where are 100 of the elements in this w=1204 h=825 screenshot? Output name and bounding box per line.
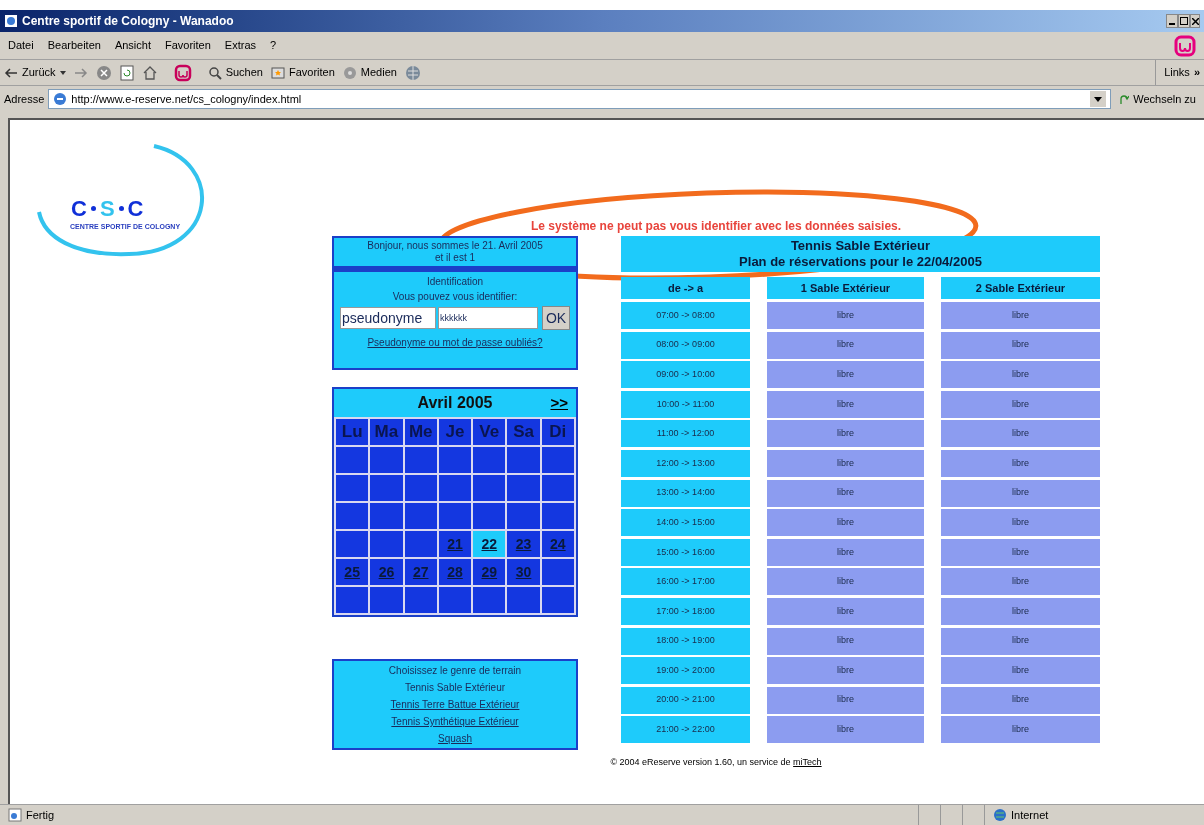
slot-cell[interactable]: libre [941, 390, 1100, 418]
minimize-button[interactable] [1166, 14, 1178, 28]
time-cell: 20:00 -> 21:00 [621, 686, 750, 714]
favorites-button[interactable]: Favoriten [270, 64, 335, 81]
slot-cell[interactable]: libre [767, 331, 924, 359]
slot-cell[interactable]: libre [767, 449, 924, 477]
home-icon[interactable] [141, 64, 158, 81]
slot-cell[interactable]: libre [941, 568, 1100, 596]
media-button[interactable]: Medien [342, 64, 397, 81]
slot-cell[interactable]: libre [941, 361, 1100, 389]
address-field[interactable]: http://www.e-reserve.net/cs_cologny/index.html [48, 89, 1112, 109]
minimize-icon [1169, 23, 1175, 25]
weekday-header: Me [404, 419, 437, 445]
mitech-link[interactable]: miTech [793, 757, 822, 767]
slot-cell[interactable]: libre [941, 627, 1100, 655]
slot-cell[interactable]: libre [767, 657, 924, 685]
slot-cell[interactable]: libre [941, 657, 1100, 685]
slot-cell[interactable]: libre [767, 479, 924, 507]
time-cell: 14:00 -> 15:00 [621, 509, 750, 537]
back-arrow-icon [4, 67, 18, 78]
logo-letter: S [99, 195, 115, 223]
terrain-link[interactable]: Tennis Synthétique Extérieur [391, 713, 519, 730]
time-cell: 11:00 -> 12:00 [621, 420, 750, 448]
next-month-link[interactable]: >> [550, 391, 568, 415]
column-header: de -> a [621, 277, 750, 299]
slot-cell[interactable]: libre [767, 597, 924, 625]
slot-cell[interactable]: libre [941, 509, 1100, 537]
logo-letter: C [127, 195, 144, 223]
slot-cell[interactable]: libre [767, 538, 924, 566]
forgot-password-link[interactable]: Pseudonyme ou mot de passe oubliés? [367, 335, 543, 350]
slot-cell[interactable]: libre [767, 568, 924, 596]
time-cell: 18:00 -> 19:00 [621, 627, 750, 655]
time-cell: 19:00 -> 20:00 [621, 657, 750, 685]
slot-cell[interactable]: libre [767, 627, 924, 655]
refresh-icon[interactable] [119, 64, 134, 81]
password-field[interactable]: kkkkkk [438, 307, 538, 329]
slot-cell[interactable]: libre [941, 302, 1100, 329]
stop-icon[interactable] [95, 64, 112, 81]
menu-item[interactable]: Ansicht [114, 37, 151, 54]
slot-cell[interactable]: libre [767, 302, 924, 329]
schedule-title: Tennis Sable Extérieur Plan de réservations pour le 22/04/2005 [621, 236, 1100, 272]
search-icon [207, 65, 222, 80]
terrain-panel: Choisissez le genre de terrain Tennis Sable Extérieur Tennis Terre Battue Extérieur Tennis Synthétique Extérieur Squash [332, 659, 578, 750]
logo-icon [1174, 34, 1196, 57]
time-cell: 16:00 -> 17:00 [621, 568, 750, 596]
back-button[interactable]: Zurück [4, 64, 66, 81]
more-links-icon[interactable]: » [1193, 64, 1200, 81]
links-label[interactable]: Links [1164, 64, 1190, 81]
logo-icon[interactable] [173, 63, 192, 82]
slot-cell[interactable]: libre [941, 686, 1100, 714]
error-message: Le système ne peut pas vous identifier avec les données saisies. [529, 218, 903, 234]
weekday-header: Ma [370, 419, 403, 445]
menu-item[interactable]: Extras [224, 37, 257, 54]
dot-icon [118, 206, 124, 211]
browser-icon [4, 14, 18, 28]
slot-cell[interactable]: libre [767, 716, 924, 744]
time-cell: 21:00 -> 22:00 [621, 716, 750, 744]
caret-icon [59, 70, 66, 75]
page-icon [8, 808, 22, 822]
slot-cell[interactable]: libre [767, 361, 924, 389]
weekday-header: Sa [507, 419, 540, 445]
status-text: Fertig [26, 807, 55, 823]
terrain-link[interactable]: Squash [438, 730, 472, 747]
weekday-header: Lu [336, 419, 369, 445]
time-cell: 10:00 -> 11:00 [621, 390, 750, 418]
slot-cell[interactable]: libre [941, 331, 1100, 359]
slot-cell[interactable]: libre [767, 390, 924, 418]
slot-cell[interactable]: libre [941, 538, 1100, 566]
menu-item[interactable]: Favoriten [165, 37, 211, 54]
slot-cell[interactable]: libre [767, 420, 924, 448]
address-label: Adresse [4, 91, 45, 107]
slot-cell[interactable]: libre [941, 479, 1100, 507]
slot-cell[interactable]: libre [767, 686, 924, 714]
footer-text: © 2004 eReserve version 1.60, un service de miTech [610, 756, 822, 769]
menu-item[interactable]: Bearbeiten [47, 37, 101, 54]
ok-button[interactable]: OK [542, 306, 570, 330]
weekday-header: Di [541, 419, 574, 445]
calendar-day-link[interactable]: 22 [481, 533, 498, 555]
slot-cell[interactable]: libre [767, 509, 924, 537]
page-icon [53, 92, 68, 106]
slot-cell[interactable]: libre [941, 597, 1100, 625]
go-button[interactable]: Wechseln zu [1115, 90, 1200, 108]
slot-cell[interactable]: libre [941, 449, 1100, 477]
weekday-header: Je [438, 419, 472, 445]
time-cell: 07:00 -> 08:00 [621, 302, 750, 329]
close-button[interactable] [1190, 14, 1200, 28]
column-header: 2 Sable Extérieur [941, 277, 1100, 299]
menu-item[interactable]: ? [270, 37, 277, 54]
logo-letter: C [71, 195, 87, 223]
username-field[interactable]: pseudonyme [340, 307, 436, 329]
search-button[interactable]: Suchen [207, 64, 263, 81]
time-cell: 12:00 -> 13:00 [621, 449, 750, 477]
dropdown-icon[interactable] [1090, 91, 1107, 107]
maximize-button[interactable] [1178, 14, 1190, 28]
terrain-link[interactable]: Tennis Terre Battue Extérieur [390, 696, 520, 713]
weekday-header: Ve [473, 419, 506, 445]
slot-cell[interactable]: libre [941, 716, 1100, 744]
maximize-icon [1180, 17, 1188, 25]
menu-item[interactable]: Datei [8, 37, 34, 54]
slot-cell[interactable]: libre [941, 420, 1100, 448]
